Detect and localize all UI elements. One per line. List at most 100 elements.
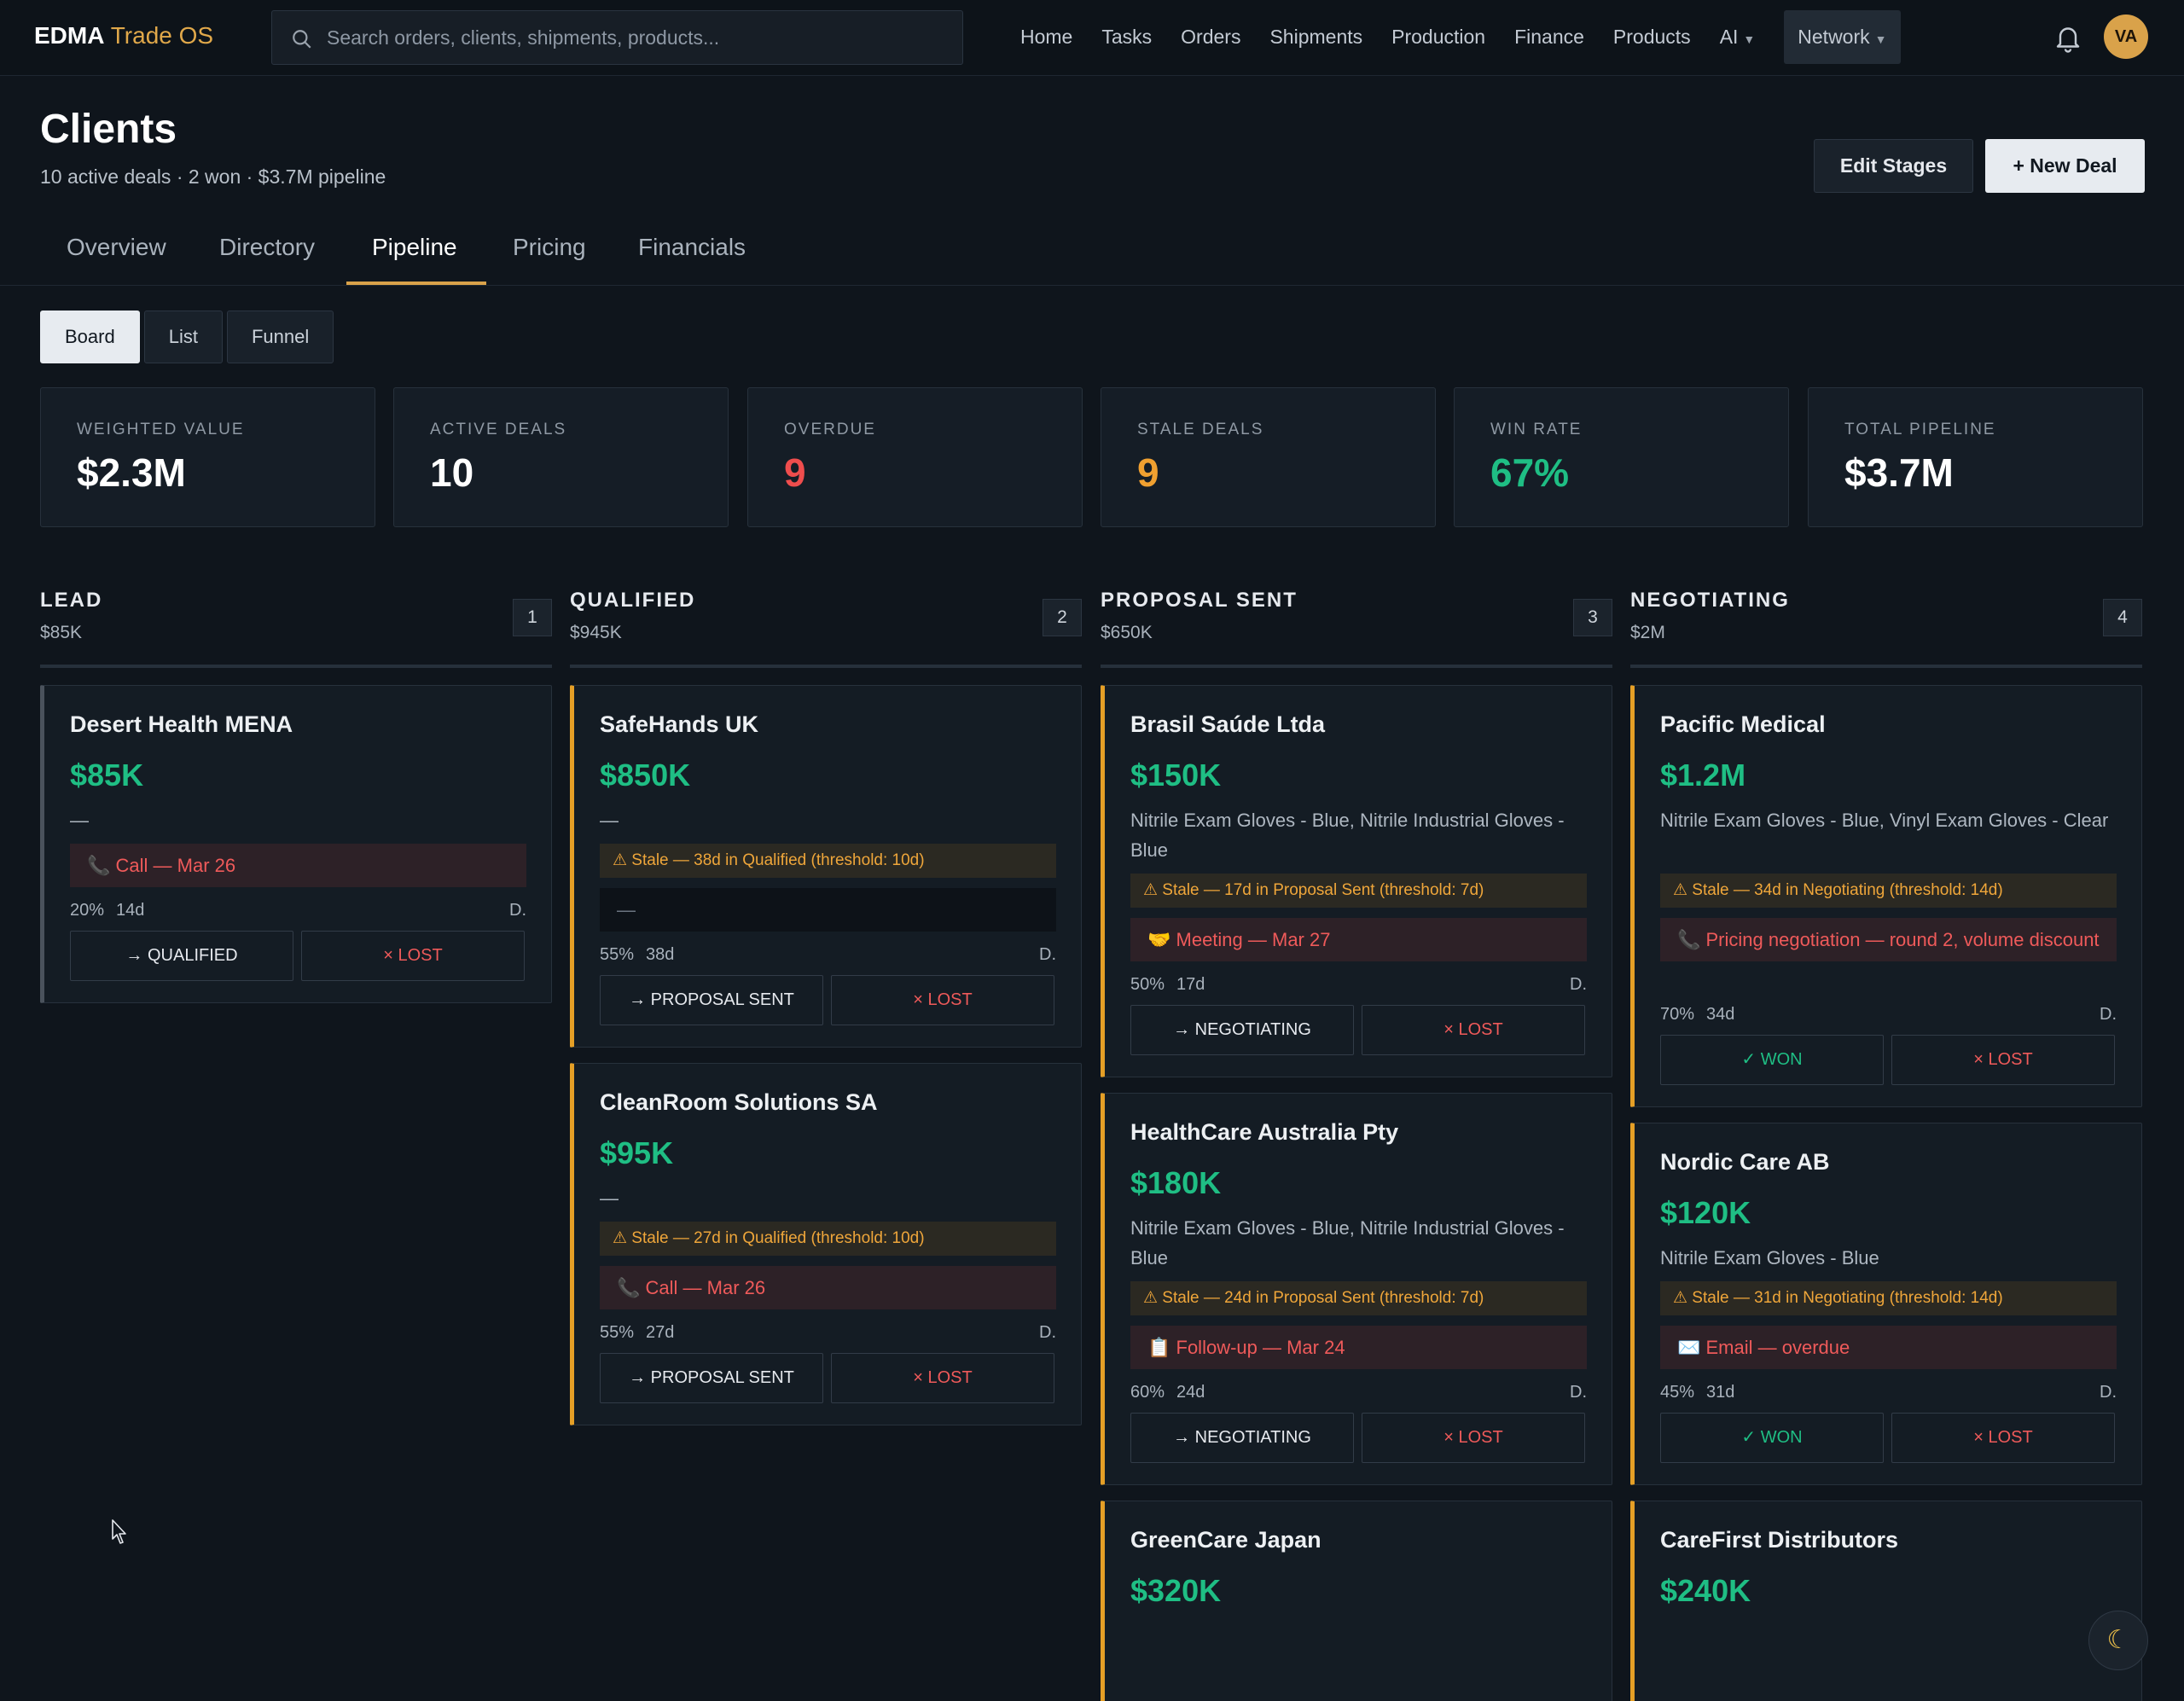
- mark-lost-button[interactable]: × LOST: [1362, 1413, 1585, 1463]
- mark-lost-button[interactable]: × LOST: [1891, 1035, 2115, 1085]
- stage-name: QUALIFIED: [570, 589, 696, 612]
- stat-label: ACTIVE DEALS: [430, 421, 567, 438]
- mark-lost-button[interactable]: × LOST: [1891, 1413, 2115, 1463]
- deal-client-name[interactable]: HealthCare Australia Pty: [1130, 1119, 1398, 1146]
- advance-stage-button[interactable]: → NEGOTIATING: [1130, 1413, 1354, 1463]
- advance-stage-button[interactable]: → PROPOSAL SENT: [600, 1353, 823, 1403]
- next-task[interactable]: ✉️ Email — overdue: [1660, 1326, 2117, 1369]
- nav-tasks[interactable]: Tasks: [1101, 26, 1152, 49]
- deal-value: $850K: [600, 758, 691, 792]
- deal-probability: 55%: [600, 945, 635, 964]
- deal-client-name[interactable]: Desert Health MENA: [70, 711, 293, 738]
- deal-card[interactable]: Brasil Saúde Ltda $150K Nitrile Exam Glove…: [1101, 685, 1612, 1077]
- notifications-bell-icon[interactable]: [2053, 22, 2083, 53]
- deal-client-name[interactable]: Brasil Saúde Ltda: [1130, 711, 1325, 738]
- advance-stage-button[interactable]: → NEGOTIATING: [1130, 1005, 1354, 1055]
- edit-stages-button[interactable]: Edit Stages: [1814, 139, 1973, 193]
- nav-shipments[interactable]: Shipments: [1269, 26, 1362, 49]
- tab-pricing[interactable]: Pricing: [513, 234, 586, 261]
- tab-overview[interactable]: Overview: [67, 234, 166, 261]
- view-board-button[interactable]: Board: [40, 311, 140, 363]
- stat-label: STALE DEALS: [1137, 421, 1264, 438]
- mark-lost-button[interactable]: × LOST: [831, 1353, 1054, 1403]
- nav-production[interactable]: Production: [1391, 26, 1485, 49]
- mark-lost-button[interactable]: × LOST: [831, 975, 1054, 1025]
- next-task[interactable]: 🤝 Meeting — Mar 27: [1130, 918, 1587, 961]
- nav-network-menu[interactable]: Network ▼: [1784, 10, 1901, 64]
- nav-ai-menu[interactable]: AI ▼: [1720, 26, 1756, 49]
- deal-card[interactable]: Nordic Care AB $120K Nitrile Exam Gloves -…: [1630, 1123, 2142, 1485]
- brand-suffix: Trade OS: [110, 22, 214, 49]
- deal-card[interactable]: HealthCare Australia Pty $180K Nitrile Exa…: [1101, 1093, 1612, 1485]
- deal-card[interactable]: SafeHands UK $850K — ⚠ Stale — 38d in Quali…: [570, 685, 1082, 1048]
- view-funnel-button[interactable]: Funnel: [226, 311, 334, 363]
- theme-toggle-moon-icon[interactable]: ☾: [2088, 1611, 2148, 1670]
- deal-card[interactable]: GreenCare Japan $320K: [1101, 1501, 1612, 1701]
- deal-products: Nitrile Exam Gloves - Blue: [1660, 1247, 1879, 1268]
- stage-count-badge: 4: [2103, 599, 2142, 636]
- stat-card: TOTAL PIPELINE $3.7M: [1808, 387, 2143, 527]
- view-list-button[interactable]: List: [143, 311, 223, 363]
- new-deal-button[interactable]: + New Deal: [1985, 139, 2145, 193]
- chevron-down-icon: ▼: [1874, 32, 1887, 46]
- deal-probability: 60%: [1130, 1383, 1165, 1402]
- deal-age: 38d: [646, 945, 675, 964]
- deal-meta: 55% 38d D.: [600, 945, 1056, 965]
- deal-card[interactable]: CareFirst Distributors $240K: [1630, 1501, 2142, 1701]
- mark-lost-button[interactable]: × LOST: [1362, 1005, 1585, 1055]
- tab-directory[interactable]: Directory: [219, 234, 315, 261]
- next-task[interactable]: 📞 Call — Mar 26: [600, 1266, 1056, 1309]
- nav-finance[interactable]: Finance: [1514, 26, 1584, 49]
- mark-won-button[interactable]: ✓ WON: [1660, 1035, 1884, 1085]
- deal-value: $180K: [1130, 1165, 1222, 1200]
- deal-client-name[interactable]: CareFirst Distributors: [1660, 1527, 1898, 1553]
- mark-won-button[interactable]: ✓ WON: [1660, 1413, 1884, 1463]
- stage-count-badge: 2: [1043, 599, 1082, 636]
- chevron-down-icon: ▼: [1743, 32, 1756, 46]
- deal-card[interactable]: Desert Health MENA $85K — 📞 Call — Mar 26 20…: [40, 685, 552, 1003]
- deal-client-name[interactable]: GreenCare Japan: [1130, 1527, 1321, 1553]
- deal-client-name[interactable]: SafeHands UK: [600, 711, 758, 738]
- stale-warning-badge: ⚠ Stale — 34d in Negotiating (threshold:…: [1660, 874, 2117, 908]
- advance-stage-button[interactable]: → QUALIFIED: [70, 931, 293, 981]
- stat-label: OVERDUE: [784, 421, 876, 438]
- stale-warning-badge: ⚠ Stale — 38d in Qualified (threshold: 1…: [600, 844, 1056, 878]
- nav-orders[interactable]: Orders: [1181, 26, 1240, 49]
- search-icon: [293, 30, 311, 49]
- stat-value: $2.3M: [77, 450, 186, 495]
- deal-probability: 50%: [1130, 975, 1165, 994]
- brand-logo[interactable]: EDMA Trade OS: [34, 22, 213, 49]
- next-task[interactable]: 📋 Follow-up — Mar 24: [1130, 1326, 1587, 1369]
- tab-pipeline[interactable]: Pipeline: [372, 234, 457, 261]
- deal-card[interactable]: Pacific Medical $1.2M Nitrile Exam Gloves …: [1630, 685, 2142, 1107]
- deal-value: $320K: [1130, 1573, 1222, 1608]
- deal-value: $85K: [70, 758, 144, 792]
- advance-stage-button[interactable]: → PROPOSAL SENT: [600, 975, 823, 1025]
- search-input[interactable]: [327, 11, 941, 64]
- stage-count-badge: 1: [513, 599, 552, 636]
- next-task[interactable]: 📞 Pricing negotiation — round 2, volume …: [1660, 918, 2117, 961]
- stat-value: 9: [784, 450, 806, 495]
- brand-name: EDMA: [34, 22, 105, 49]
- nav-home[interactable]: Home: [1020, 26, 1072, 49]
- stat-card: WEIGHTED VALUE $2.3M: [40, 387, 375, 527]
- next-task[interactable]: 📞 Call — Mar 26: [70, 844, 526, 887]
- deal-card[interactable]: CleanRoom Solutions SA $95K — ⚠ Stale — 27d…: [570, 1063, 1082, 1425]
- deal-client-name[interactable]: CleanRoom Solutions SA: [600, 1089, 878, 1116]
- tab-financials[interactable]: Financials: [638, 234, 746, 261]
- mark-lost-button[interactable]: × LOST: [301, 931, 525, 981]
- stage-divider: [40, 665, 552, 668]
- stat-value: 10: [430, 450, 474, 495]
- deal-products: Nitrile Exam Gloves - Blue, Nitrile Indu…: [1130, 1217, 1565, 1268]
- stat-card: OVERDUE 9: [747, 387, 1083, 527]
- next-task[interactable]: —: [600, 888, 1056, 932]
- deal-client-name[interactable]: Pacific Medical: [1660, 711, 1826, 738]
- deal-owner: D.: [2100, 1383, 2117, 1402]
- deal-age: 14d: [116, 901, 145, 920]
- global-search[interactable]: [271, 10, 963, 65]
- stage-column-header: PROPOSAL SENT $650K 3: [1101, 582, 1612, 668]
- nav-products[interactable]: Products: [1613, 26, 1691, 49]
- deal-client-name[interactable]: Nordic Care AB: [1660, 1149, 1830, 1176]
- user-avatar[interactable]: VA: [2104, 15, 2148, 59]
- deal-meta: 45% 31d D.: [1660, 1383, 2117, 1402]
